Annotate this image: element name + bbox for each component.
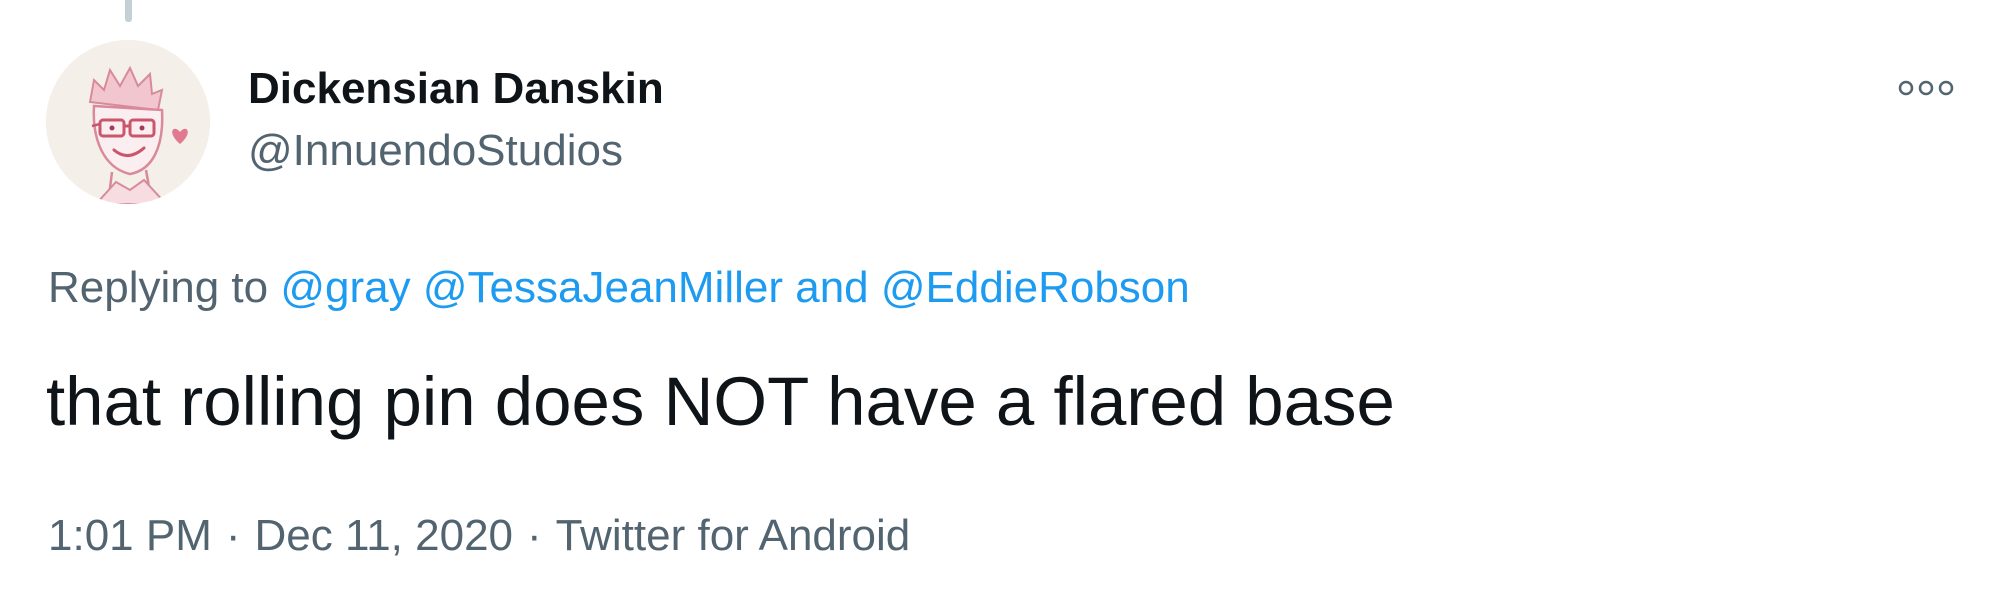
mention-link-eddierobson[interactable]: @EddieRobson xyxy=(881,263,1190,312)
tweet-meta: 1:01 PM · Dec 11, 2020 · Twitter for Android xyxy=(48,510,910,562)
author-handle[interactable]: @InnuendoStudios xyxy=(248,125,623,177)
replying-to-conjunction: and xyxy=(795,263,869,312)
tweet-timestamp-time[interactable]: 1:01 PM xyxy=(48,511,212,560)
tweet-source-link[interactable]: Twitter for Android xyxy=(556,511,911,560)
author-display-name[interactable]: Dickensian Danskin xyxy=(248,63,664,115)
replying-to-label: Replying to xyxy=(48,263,269,312)
meta-separator: · xyxy=(225,511,241,560)
more-options-button[interactable] xyxy=(1888,66,1964,110)
thread-connector-line xyxy=(125,0,132,22)
mention-link-gray[interactable]: @gray xyxy=(280,263,410,312)
cartoon-avatar-icon xyxy=(46,40,210,204)
avatar[interactable] xyxy=(46,40,210,204)
meta-separator: · xyxy=(527,511,542,560)
mention-link-tessajeanmiller[interactable]: @TessaJeanMiller xyxy=(423,263,783,312)
replying-to-line: Replying to @gray @TessaJeanMiller and @… xyxy=(48,262,1190,314)
tweet-text: that rolling pin does NOT have a flared … xyxy=(46,363,1395,440)
tweet-timestamp-date[interactable]: Dec 11, 2020 xyxy=(255,511,513,560)
more-options-icon xyxy=(1898,80,1954,96)
